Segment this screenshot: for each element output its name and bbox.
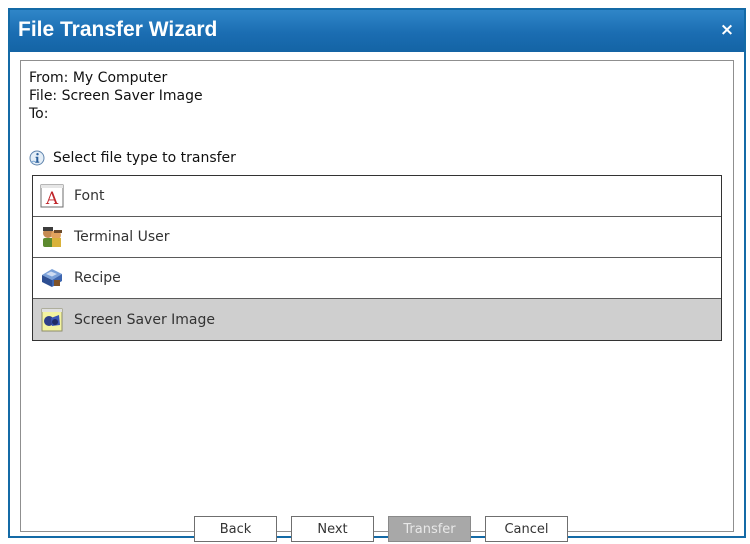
transfer-info: From: My Computer File: Screen Saver Ima… — [29, 69, 203, 123]
title-bar: File Transfer Wizard × — [10, 10, 744, 52]
file-type-label: Recipe — [74, 270, 121, 286]
screen-saver-image-icon — [39, 307, 65, 333]
from-label: From: My Computer — [29, 70, 168, 86]
font-icon: A — [39, 183, 65, 209]
file-label: File: Screen Saver Image — [29, 88, 203, 104]
close-icon[interactable]: × — [717, 20, 737, 40]
file-type-recipe[interactable]: Recipe — [33, 258, 721, 299]
file-type-label: Font — [74, 188, 105, 204]
next-button[interactable]: Next — [291, 516, 374, 542]
cancel-button[interactable]: Cancel — [485, 516, 568, 542]
info-icon — [29, 150, 45, 166]
prompt-text: Select file type to transfer — [53, 150, 236, 166]
file-type-screen-saver-image[interactable]: Screen Saver Image — [33, 299, 721, 340]
file-type-label: Terminal User — [74, 229, 170, 245]
transfer-button[interactable]: Transfer — [388, 516, 471, 542]
file-type-label: Screen Saver Image — [74, 311, 215, 328]
select-prompt: Select file type to transfer — [29, 150, 236, 166]
file-type-font[interactable]: A Font — [33, 176, 721, 217]
svg-text:A: A — [45, 189, 59, 209]
back-button[interactable]: Back — [194, 516, 277, 542]
file-transfer-wizard-dialog: File Transfer Wizard × From: My Computer… — [8, 8, 746, 542]
file-type-terminal-user[interactable]: Terminal User — [33, 217, 721, 258]
wizard-content: From: My Computer File: Screen Saver Ima… — [20, 60, 734, 542]
recipe-icon — [39, 265, 65, 291]
terminal-user-icon — [39, 224, 65, 250]
to-label: To: — [29, 106, 49, 122]
file-type-list: A Font Terminal User Recipe Screen Saver… — [32, 175, 722, 341]
window-title: File Transfer Wizard — [18, 18, 218, 41]
